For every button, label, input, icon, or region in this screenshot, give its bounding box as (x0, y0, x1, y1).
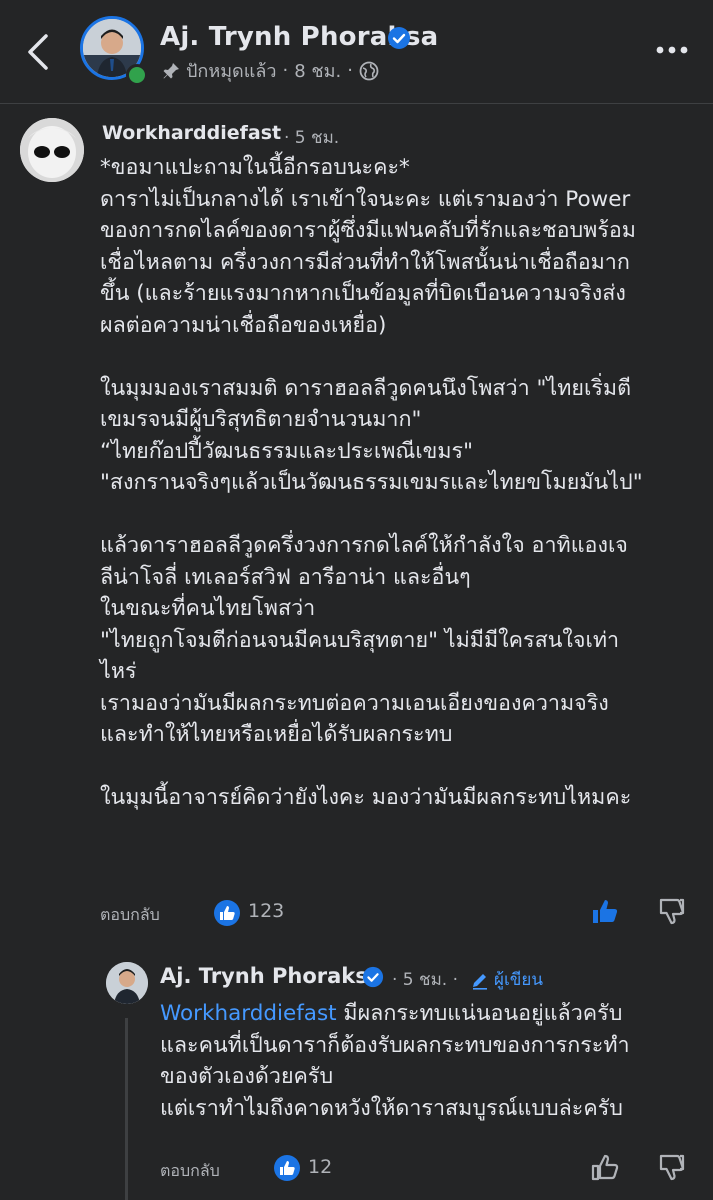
reply-like-icon[interactable] (590, 1152, 622, 1184)
pin-icon (163, 62, 179, 78)
comment-like-count[interactable]: 123 (248, 900, 284, 922)
like-reaction-icon (214, 900, 240, 926)
comment-reply-button[interactable]: ตอบกลับ (100, 903, 160, 928)
meta-separator-2: · (347, 60, 353, 81)
pencil-icon (473, 973, 487, 990)
pinned-label: ปักหมุดแล้ว (186, 61, 277, 82)
dislike-icon[interactable] (656, 896, 688, 928)
header-divider (0, 103, 713, 104)
online-status-dot (126, 64, 148, 86)
mention-link[interactable]: Workharddiefast (160, 1001, 337, 1026)
post-time[interactable]: 8 ชม. (294, 56, 341, 85)
comment-time: · 5 ชม. (284, 128, 340, 148)
globe-icon (359, 61, 379, 80)
reply-like-count[interactable]: 12 (308, 1156, 332, 1178)
meta-separator: · (282, 60, 289, 81)
author-badge-label: ผู้เขียน (494, 970, 543, 990)
reply-time: · 5 ชม. · (392, 970, 458, 990)
author-badge: ผู้เขียน (470, 966, 543, 993)
comment-author[interactable]: Workharddiefast (102, 122, 281, 144)
reply-author-avatar[interactable] (106, 962, 148, 1004)
commenter-avatar[interactable] (20, 118, 84, 182)
back-arrow-icon[interactable] (22, 30, 56, 74)
verified-badge-icon (388, 27, 410, 49)
reply-author[interactable]: Aj. Trynh Phoraksa (160, 964, 382, 988)
reply-verified-badge-icon (362, 966, 384, 988)
like-filled-icon[interactable] (590, 896, 622, 928)
post-header: Aj. Trynh Phoraksa ปักหมุดแล้ว · 8 ชม. · (0, 0, 713, 104)
more-options-icon[interactable] (652, 40, 692, 60)
reply-reply-button[interactable]: ตอบกลับ (160, 1159, 220, 1184)
post-meta: ปักหมุดแล้ว · 8 ชม. · (162, 56, 379, 85)
reply-thread-line (125, 1018, 128, 1200)
reply-dislike-icon[interactable] (656, 1152, 688, 1184)
comment-text: *ขอมาแปะถามในนี้อีกรอบนะคะ* ดาราไม่เป็นก… (100, 155, 643, 810)
reply-like-reaction-icon (274, 1155, 300, 1181)
reply-text: Workharddiefast มีผลกระทบแน่นอนอยู่แล้วค… (160, 998, 700, 1124)
